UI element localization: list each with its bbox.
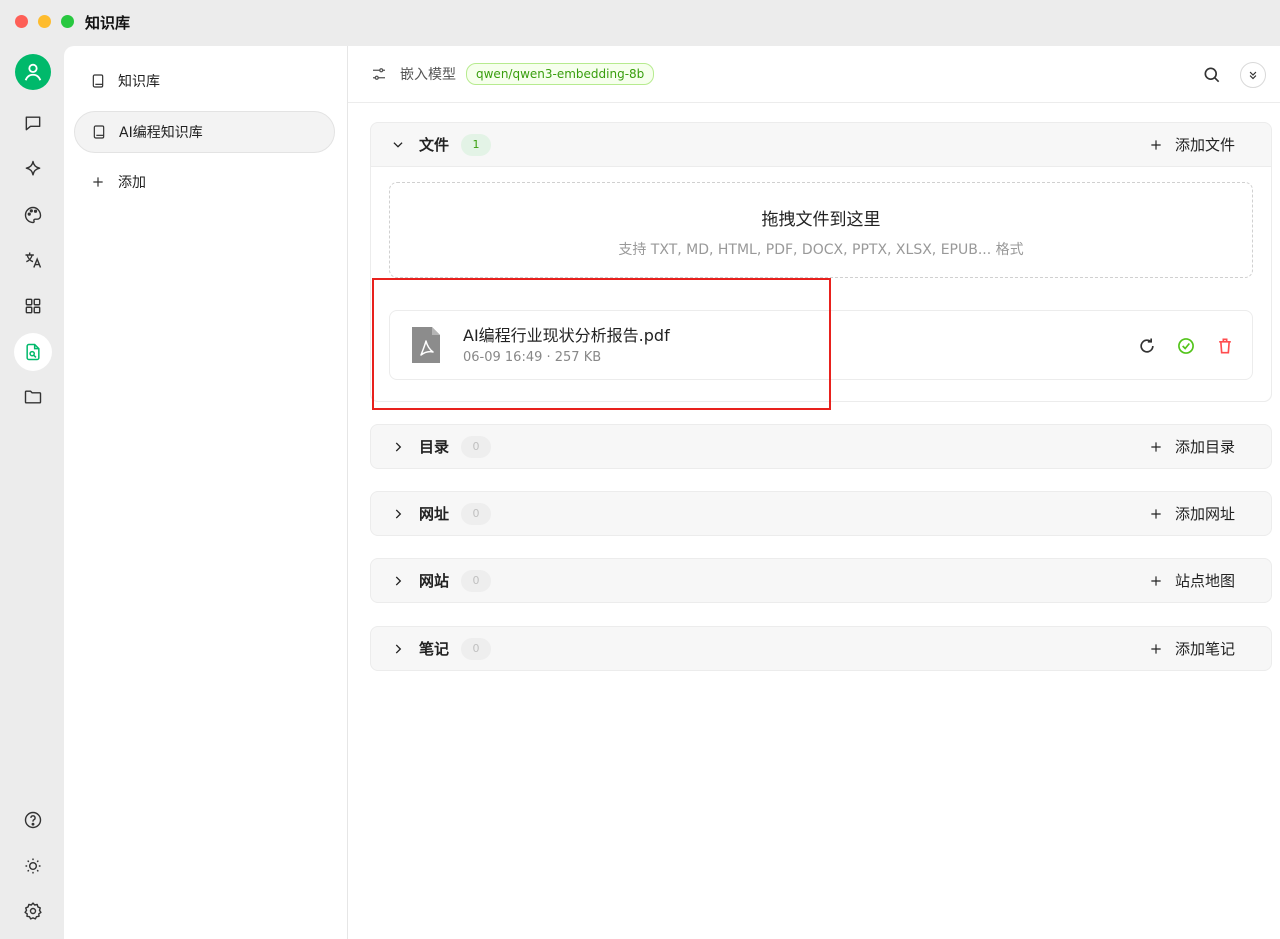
theme-icon	[25, 858, 41, 874]
website-section-header[interactable]: 网站 0 站点地图	[371, 559, 1271, 602]
title-bar: 知识库	[0, 0, 1280, 46]
plus-icon	[1151, 643, 1161, 654]
folder-icon	[24, 390, 42, 404]
directory-section-header[interactable]: 目录 0 添加目录	[371, 425, 1271, 468]
nav-files-button[interactable]	[14, 378, 52, 416]
translate-icon	[25, 252, 42, 268]
book-icon	[92, 74, 104, 88]
nav-paint-button[interactable]	[14, 196, 52, 234]
add-kb-label: 添加	[118, 175, 146, 191]
chevron-right-icon	[395, 441, 402, 452]
knowledge-base-icon	[26, 343, 40, 361]
section-title: 文件	[419, 136, 450, 154]
notes-section-header[interactable]: 笔记 0 添加笔记	[371, 627, 1271, 670]
nav-translate-button[interactable]	[14, 241, 52, 279]
section-title: 网址	[419, 505, 450, 523]
minimize-window-button[interactable]	[38, 15, 51, 28]
nav-apps-button[interactable]	[14, 287, 52, 325]
book-icon	[93, 125, 105, 139]
add-url-label: 添加网址	[1174, 505, 1235, 523]
palette-icon	[24, 206, 42, 224]
refresh-icon[interactable]	[1137, 336, 1157, 356]
directory-section: 目录 0 添加目录	[370, 424, 1272, 469]
add-file-label: 添加文件	[1174, 136, 1235, 154]
url-section: 网址 0 添加网址	[370, 491, 1272, 536]
help-icon	[24, 811, 42, 829]
apps-grid-icon	[25, 298, 41, 314]
add-directory-label: 添加目录	[1174, 438, 1235, 456]
files-section: 文件 1 添加文件 拖拽文件到这里 支持 TXT, MD, HTML, PDF,…	[370, 122, 1272, 402]
avatar-icon	[24, 63, 42, 81]
add-sitemap-label: 站点地图	[1174, 572, 1235, 590]
file-dropzone[interactable]: 拖拽文件到这里 支持 TXT, MD, HTML, PDF, DOCX, PPT…	[389, 182, 1253, 278]
settings-button[interactable]	[14, 892, 52, 930]
add-kb-button[interactable]: 添加	[74, 161, 335, 203]
kb-item-ai-programming[interactable]: AI编程知识库	[74, 111, 335, 153]
plus-icon	[93, 177, 103, 187]
check-circle-icon[interactable]	[1176, 336, 1196, 356]
theme-button[interactable]	[14, 847, 52, 885]
kb-item-label: AI编程知识库	[119, 125, 203, 141]
add-directory-button[interactable]: 添加目录	[1149, 425, 1235, 468]
embed-model-label: 嵌入模型	[400, 67, 456, 83]
plus-icon	[1151, 575, 1161, 586]
window-title: 知识库	[85, 14, 131, 32]
section-title: 网站	[419, 572, 450, 590]
settings-icon	[24, 902, 42, 920]
section-count-badge: 1	[461, 133, 492, 156]
files-section-header[interactable]: 文件 1 添加文件	[371, 123, 1271, 166]
website-section: 网站 0 站点地图	[370, 558, 1272, 603]
knowledge-base-sidebar: 知识库 AI编程知识库 添加	[64, 46, 348, 939]
files-section-body: 拖拽文件到这里 支持 TXT, MD, HTML, PDF, DOCX, PPT…	[371, 166, 1271, 401]
add-file-button[interactable]: 添加文件	[1149, 123, 1235, 166]
zoom-window-button[interactable]	[61, 15, 74, 28]
add-sitemap-button[interactable]: 站点地图	[1149, 559, 1235, 602]
plus-icon	[1151, 139, 1161, 150]
section-title: 笔记	[419, 640, 450, 658]
delete-icon[interactable]	[1215, 336, 1235, 356]
kb-item-default[interactable]: 知识库	[74, 60, 335, 102]
add-note-button[interactable]: 添加笔记	[1149, 627, 1235, 670]
nav-chat-button[interactable]	[14, 104, 52, 142]
dropzone-subtitle: 支持 TXT, MD, HTML, PDF, DOCX, PPTX, XLSX,…	[618, 242, 1024, 258]
embed-model-tag: qwen/qwen3-embedding-8b	[466, 63, 655, 85]
nav-knowledge-button[interactable]	[14, 333, 52, 371]
chevron-right-icon	[395, 643, 402, 654]
dropzone-title: 拖拽文件到这里	[761, 210, 881, 230]
section-count-badge: 0	[461, 502, 492, 525]
search-icon[interactable]	[1202, 65, 1222, 85]
help-button[interactable]	[14, 801, 52, 839]
section-title: 目录	[419, 438, 450, 456]
notes-section: 笔记 0 添加笔记	[370, 626, 1272, 671]
sparkle-icon	[25, 160, 41, 176]
expand-all-button[interactable]	[1240, 62, 1266, 88]
kb-item-label: 知识库	[118, 74, 160, 90]
chevrons-down-icon	[1249, 71, 1257, 80]
chat-icon	[25, 116, 41, 131]
file-meta: 06-09 16:49 · 257 KB	[463, 350, 602, 365]
file-item[interactable]: AI编程行业现状分析报告.pdf 06-09 16:49 · 257 KB	[389, 310, 1253, 380]
add-url-button[interactable]: 添加网址	[1149, 492, 1235, 535]
section-count-badge: 0	[461, 637, 492, 660]
main-panel: 嵌入模型 qwen/qwen3-embedding-8b 文件 1 添加文件 拖…	[348, 46, 1280, 939]
chevron-down-icon	[393, 141, 403, 148]
section-count-badge: 0	[461, 569, 492, 592]
plus-icon	[1151, 508, 1161, 519]
pdf-file-icon	[412, 327, 440, 363]
nav-agents-button[interactable]	[14, 150, 52, 188]
add-note-label: 添加笔记	[1174, 640, 1235, 658]
close-window-button[interactable]	[15, 15, 28, 28]
url-section-header[interactable]: 网址 0 添加网址	[371, 492, 1271, 535]
main-header: 嵌入模型 qwen/qwen3-embedding-8b	[348, 46, 1280, 103]
file-name: AI编程行业现状分析报告.pdf	[463, 326, 670, 345]
avatar[interactable]	[15, 54, 51, 90]
nav-rail	[0, 46, 64, 939]
chevron-right-icon	[395, 508, 402, 519]
sliders-icon[interactable]	[370, 65, 388, 83]
plus-icon	[1151, 441, 1161, 452]
chevron-right-icon	[395, 575, 402, 586]
section-count-badge: 0	[461, 435, 492, 458]
